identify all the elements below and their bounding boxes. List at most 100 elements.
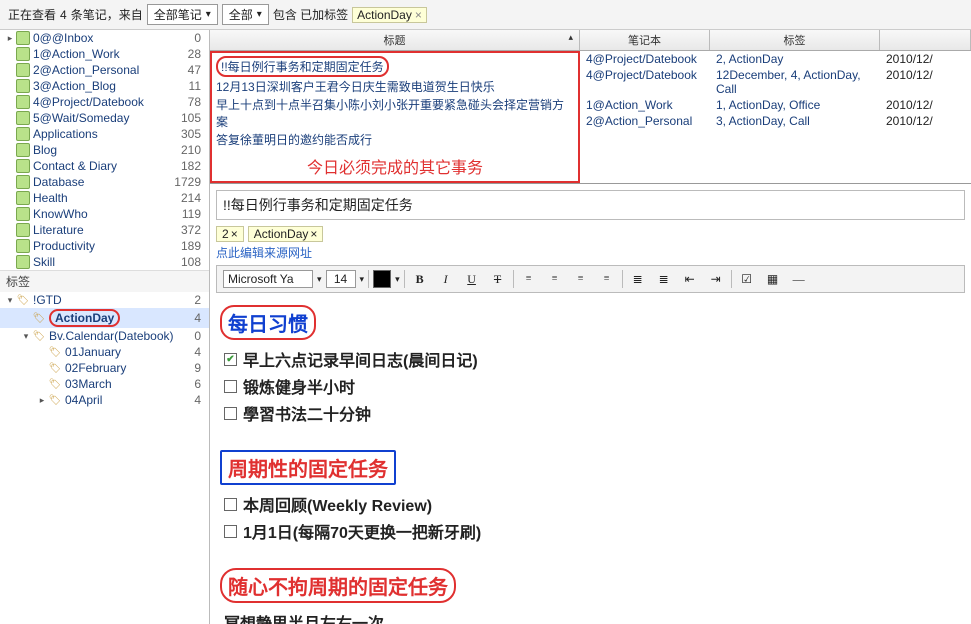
notebook-item[interactable]: Contact & Diary182 bbox=[0, 158, 209, 174]
tag-item[interactable]: 🏷01January4 bbox=[0, 344, 209, 360]
font-color-swatch[interactable] bbox=[373, 270, 391, 288]
row-notebook: 4@Project/Datebook bbox=[580, 68, 710, 96]
grid-row[interactable]: 4@Project/Datebook12December, 4, ActionD… bbox=[580, 67, 971, 97]
notebook-count: 105 bbox=[181, 111, 205, 125]
checkbox-icon[interactable] bbox=[224, 525, 237, 538]
align-left-button[interactable]: ≡ bbox=[518, 269, 540, 289]
notebook-item[interactable]: 1@Action_Work28 bbox=[0, 46, 209, 62]
editor-toolbar: Microsoft Ya ▾ 14 ▾ ▾ B I U T ≡ ≡ ≡ ≡ ≣ … bbox=[216, 265, 965, 293]
notebook-item[interactable]: Skill108 bbox=[0, 254, 209, 270]
font-size-select[interactable]: 14 bbox=[326, 270, 356, 288]
checklist-item: 锻炼健身半小时 bbox=[224, 374, 957, 398]
strike-button[interactable]: T bbox=[487, 269, 509, 289]
underline-button[interactable]: U bbox=[461, 269, 483, 289]
row-date: 2010/12/ bbox=[880, 114, 971, 128]
align-right-button[interactable]: ≡ bbox=[570, 269, 592, 289]
editor-line: 冥想静思半月左右一次 bbox=[224, 610, 957, 624]
content-pane: 标题 笔记本 标签 !!每日例行事务和定期固定任务 12月13日深圳客户王君今日… bbox=[210, 30, 971, 624]
checkbox-button[interactable]: ☑ bbox=[736, 269, 758, 289]
tag-count: 0 bbox=[194, 329, 205, 343]
align-justify-button[interactable]: ≡ bbox=[596, 269, 618, 289]
close-icon[interactable]: × bbox=[310, 227, 317, 241]
twist-icon[interactable]: ▸ bbox=[36, 395, 48, 406]
number-list-button[interactable]: ≣ bbox=[653, 269, 675, 289]
outdent-button[interactable]: ⇤ bbox=[679, 269, 701, 289]
col-notebook[interactable]: 笔记本 bbox=[580, 30, 710, 50]
tag-icon: 🏷 bbox=[48, 345, 62, 359]
twist-icon[interactable]: ▸ bbox=[4, 33, 16, 44]
notebook-item[interactable]: Database1729 bbox=[0, 174, 209, 190]
hr-button[interactable]: — bbox=[788, 269, 810, 289]
font-family-select[interactable]: Microsoft Ya bbox=[223, 270, 313, 288]
tag-label: ActionDay bbox=[49, 309, 194, 327]
checklist-text: 早上六点记录早间日志(晨间日记) bbox=[243, 347, 478, 371]
bullet-list-button[interactable]: ≣ bbox=[627, 269, 649, 289]
col-title[interactable]: 标题 bbox=[210, 30, 580, 50]
row-notebook: 2@Action_Personal bbox=[580, 114, 710, 128]
note-tag-chip[interactable]: 2× bbox=[216, 226, 244, 242]
annotation-text: 今日必须完成的其它事务 bbox=[216, 154, 574, 178]
source-url-link[interactable]: 点此编辑来源网址 bbox=[216, 244, 965, 261]
close-icon[interactable]: × bbox=[415, 8, 422, 22]
tag-count: 4 bbox=[194, 345, 205, 359]
col-tags[interactable]: 标签 bbox=[710, 30, 880, 50]
tag-item[interactable]: ▾🏷Bv.Calendar(Datebook)0 bbox=[0, 328, 209, 344]
grid-row-title[interactable]: 12月13日深圳客户王君今日庆生需致电道贺生日快乐 bbox=[216, 78, 574, 95]
row-date: 2010/12/ bbox=[880, 68, 971, 96]
tag-item[interactable]: 🏷02February9 bbox=[0, 360, 209, 376]
notebook-count: 210 bbox=[181, 143, 205, 157]
notebook-icon bbox=[16, 47, 30, 61]
tag-item[interactable]: 🏷03March6 bbox=[0, 376, 209, 392]
notebook-item[interactable]: KnowWho119 bbox=[0, 206, 209, 222]
notebook-item[interactable]: Health214 bbox=[0, 190, 209, 206]
notebook-item[interactable]: Blog210 bbox=[0, 142, 209, 158]
note-title-input[interactable]: !!每日例行事务和定期固定任务 bbox=[216, 190, 965, 220]
notebook-count: 108 bbox=[181, 255, 205, 269]
notebook-item[interactable]: Applications305 bbox=[0, 126, 209, 142]
col-date[interactable] bbox=[880, 30, 971, 50]
checkbox-icon[interactable] bbox=[224, 353, 237, 366]
notebook-count: 182 bbox=[181, 159, 205, 173]
note-tag-chip[interactable]: ActionDay× bbox=[248, 226, 324, 242]
filter-notebook-dropdown[interactable]: 全部笔记 bbox=[147, 4, 218, 25]
grid-row[interactable]: 4@Project/Datebook2, ActionDay2010/12/ bbox=[580, 51, 971, 67]
notebook-icon bbox=[16, 31, 30, 45]
tag-item[interactable]: 🏷ActionDay4 bbox=[0, 308, 209, 328]
checklist-text: 锻炼健身半小时 bbox=[243, 374, 355, 398]
tag-item[interactable]: ▸🏷04April4 bbox=[0, 392, 209, 408]
checkbox-icon[interactable] bbox=[224, 407, 237, 420]
checkbox-icon[interactable] bbox=[224, 380, 237, 393]
bold-button[interactable]: B bbox=[409, 269, 431, 289]
filter-tag-chip[interactable]: ActionDay × bbox=[352, 7, 427, 23]
row-date: 2010/12/ bbox=[880, 98, 971, 112]
indent-button[interactable]: ⇥ bbox=[705, 269, 727, 289]
grid-row[interactable]: 1@Action_Work1, ActionDay, Office2010/12… bbox=[580, 97, 971, 113]
grid-row[interactable]: 2@Action_Personal3, ActionDay, Call2010/… bbox=[580, 113, 971, 129]
twist-icon[interactable]: ▾ bbox=[4, 295, 16, 306]
notebook-item[interactable]: 3@Action_Blog11 bbox=[0, 78, 209, 94]
notebook-count: 47 bbox=[188, 63, 205, 77]
notebook-item[interactable]: ▸0@@Inbox0 bbox=[0, 30, 209, 46]
note-editor[interactable]: 每日习惯 早上六点记录早间日志(晨间日记)锻炼健身半小时學習书法二十分钟 周期性… bbox=[210, 293, 971, 624]
twist-icon[interactable]: ▾ bbox=[20, 331, 32, 342]
filter-bar: 正在查看 4 条笔记，来自 全部笔记 全部 包含 已加标签 ActionDay … bbox=[0, 0, 971, 30]
close-icon[interactable]: × bbox=[231, 227, 238, 241]
notebook-item[interactable]: 2@Action_Personal47 bbox=[0, 62, 209, 78]
tag-item[interactable]: ▾🏷!GTD2 bbox=[0, 292, 209, 308]
grid-row-title-selected[interactable]: !!每日例行事务和定期固定任务 bbox=[216, 56, 389, 77]
grid-row-title[interactable]: 早上十点到十点半召集小陈小刘小张开重要紧急碰头会择定营销方案 bbox=[216, 96, 574, 130]
align-center-button[interactable]: ≡ bbox=[544, 269, 566, 289]
notebook-item[interactable]: 5@Wait/Someday105 bbox=[0, 110, 209, 126]
grid-row-title[interactable]: 答复徐董明日的邀约能否成行 bbox=[216, 131, 574, 148]
checkbox-icon[interactable] bbox=[224, 498, 237, 511]
notebook-item[interactable]: 4@Project/Datebook78 bbox=[0, 94, 209, 110]
notebook-item[interactable]: Productivity189 bbox=[0, 238, 209, 254]
table-button[interactable]: ▦ bbox=[762, 269, 784, 289]
notebook-count: 305 bbox=[181, 127, 205, 141]
notebook-label: Contact & Diary bbox=[33, 159, 181, 173]
notebook-item[interactable]: Literature372 bbox=[0, 222, 209, 238]
sidebar: ▸0@@Inbox01@Action_Work282@Action_Person… bbox=[0, 30, 210, 624]
filter-scope-dropdown[interactable]: 全部 bbox=[222, 4, 269, 25]
italic-button[interactable]: I bbox=[435, 269, 457, 289]
tag-label: 04April bbox=[65, 393, 194, 407]
